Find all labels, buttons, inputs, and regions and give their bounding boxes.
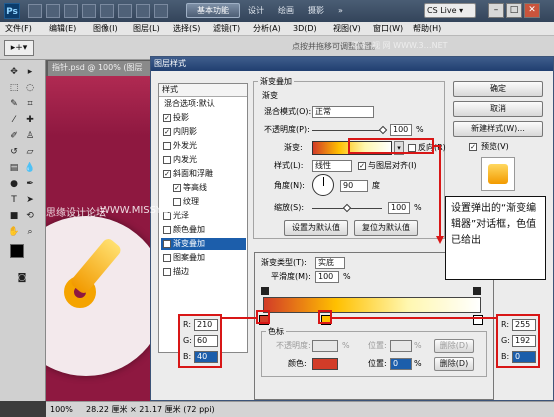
- arrow-gradient-editor: [434, 145, 441, 240]
- watermark-center: WWW.MISSYUAN.COM: [100, 205, 211, 216]
- arrowhead-gradient-editor: [436, 236, 444, 244]
- callout-note: 设置弹出的“渐变编辑器”对话框，色值已给出: [445, 196, 546, 280]
